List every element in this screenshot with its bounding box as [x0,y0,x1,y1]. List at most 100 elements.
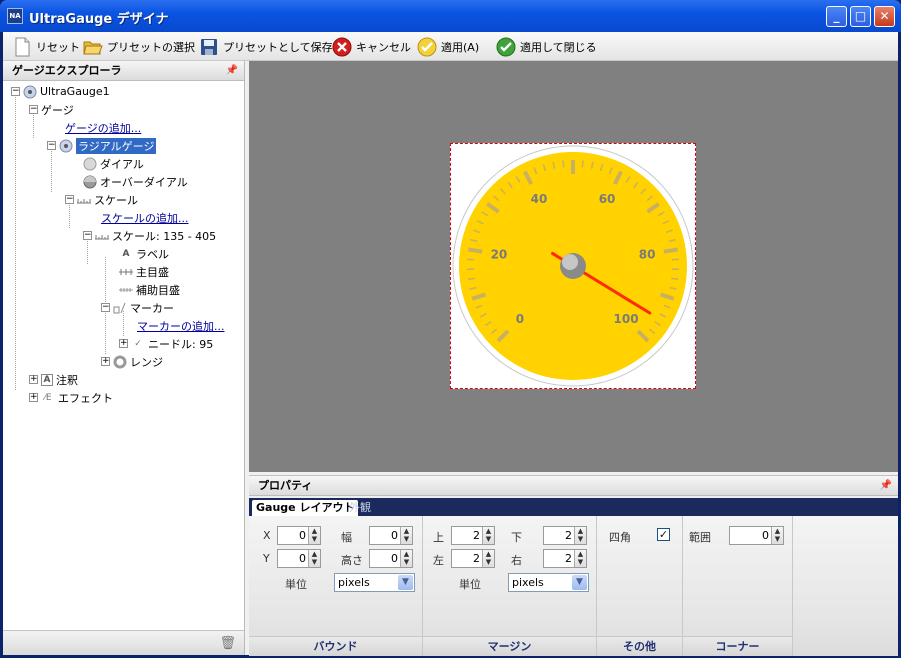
tab-appearance[interactable]: 外観 [345,500,375,516]
gauge-preview[interactable]: 0 20 40 60 80 100 [450,143,696,389]
cancel-icon [332,37,352,56]
scale-label-0: 0 [516,312,524,326]
margin-right-label: 右 [511,554,522,567]
add-marker-link[interactable]: マーカーの追加... [137,318,225,334]
window-title: UltraGauge デザイナ [29,12,169,27]
tree-item-radial-gauge[interactable]: − ラジアルゲージ [47,137,157,154]
properties-tabs: Gauge レイアウト 外観 [249,498,898,516]
radial-gauge-icon [59,139,73,153]
add-scale-link[interactable]: スケールの追加... [101,210,189,226]
tree-item-dial[interactable]: ダイアル [83,155,144,172]
tree-item-annotations[interactable]: + A 注釈 [29,371,78,388]
overdial-icon [83,175,97,189]
tree-label: 補助目盛 [136,283,180,297]
title-bar[interactable]: NA UltraGauge デザイナ _ □ ✕ [0,0,901,32]
text-a-icon: A [122,248,130,259]
cancel-button[interactable]: キャンセル [329,35,414,58]
pin-icon[interactable]: 📌 [880,476,892,495]
scale-label-60: 60 [599,192,616,206]
apply-button[interactable]: 適用(A) [414,35,482,58]
scale-label-20: 20 [491,247,508,261]
corner-range-spinner[interactable]: 0 ▲ ▼ [729,526,784,545]
margin-group-title: マージン [423,636,596,656]
tree-item-label[interactable]: A ラベル [119,245,169,262]
collapse-toggle[interactable]: − [11,87,20,96]
tree-item-overdial[interactable]: オーバーダイアル [83,173,188,190]
delete-icon[interactable]: 🗑 [219,636,236,651]
tree-item-major-ticks[interactable]: 主目盛 [119,263,169,280]
x-spinner[interactable]: 0 ▲ ▼ [277,526,321,545]
expand-toggle[interactable]: + [119,339,128,348]
designer-window: NA UltraGauge デザイナ _ □ ✕ リセット プリセットの選択 プ… [0,0,901,658]
tree-item-add-gauge[interactable]: ゲージの追加... [65,119,141,136]
collapse-toggle[interactable]: − [29,105,38,114]
ultragauge-icon [23,85,37,99]
margin-left-spinner[interactable]: 2 ▲ ▼ [451,549,495,568]
properties-pane: プロパティ 📌 Gauge レイアウト 外観 X 0 ▲ ▼ 幅 0 ▲ ▼ Y 0 ▲ ▼… [249,475,898,656]
gauge-preview-canvas: 0 20 40 60 80 100 [249,61,898,472]
expand-toggle[interactable]: + [101,357,110,366]
tree-item-add-marker[interactable]: マーカーの追加... [137,317,225,334]
save-preset-button[interactable]: プリセットとして保存 [196,35,336,58]
height-spinner[interactable]: 0 ▲ ▼ [369,549,413,568]
bounds-group-title: バウンド [249,636,422,656]
tree-label-selected: ラジアルゲージ [76,137,157,154]
close-button[interactable]: ✕ [874,6,895,27]
toolbar: リセット プリセットの選択 プリセットとして保存 キャンセル 適用(A) 適用し… [3,32,898,61]
pin-icon[interactable]: 📌 [226,61,238,80]
margin-bottom-spinner[interactable]: 2 ▲ ▼ [543,526,587,545]
tree-item-gauges[interactable]: − ゲージ [29,101,74,118]
tab-gauge-layout[interactable]: Gauge レイアウト [252,500,359,516]
tree-label: UltraGauge1 [40,85,110,98]
y-label: Y [263,552,270,565]
minor-tick [562,160,565,168]
width-spinner[interactable]: 0 ▲ ▼ [369,526,413,545]
tree-item-root[interactable]: − UltraGauge1 [11,83,110,100]
collapse-toggle[interactable]: − [65,195,74,204]
bounds-unit-label: 単位 [285,578,307,591]
tree-item-minor-ticks[interactable]: 補助目盛 [119,281,180,298]
bounds-unit-select[interactable]: pixels ▼ [334,573,415,592]
properties-ribbon: X 0 ▲ ▼ 幅 0 ▲ ▼ Y 0 ▲ ▼ 高さ 0 ▲ ▼ 単位 pixels ▼ バウンド… [249,516,898,656]
minimize-button[interactable]: _ [826,6,847,27]
collapse-toggle[interactable]: − [47,141,56,150]
margin-unit-select[interactable]: pixels ▼ [508,573,589,592]
tree-label: ゲージ [41,103,74,117]
tree-label: エフェクト [58,391,113,405]
gauge-explorer-pane: ゲージエクスプローラ 📌 − UltraGauge1 − ゲージ ゲージの追加...… [3,61,245,655]
corner-group-title: コーナー [683,636,792,656]
apply-close-button[interactable]: 適用して閉じる [493,35,600,58]
maximize-button[interactable]: □ [850,6,871,27]
tree-item-scale-1[interactable]: − スケール: 135 - 405 [83,227,216,244]
margin-bottom-label: 下 [511,531,522,544]
marker-icon [113,301,127,315]
tree-item-needle[interactable]: + ✓ ニードル: 95 [119,335,213,352]
collapse-toggle[interactable]: − [101,303,110,312]
y-spinner[interactable]: 0 ▲ ▼ [277,549,321,568]
window-client: リセット プリセットの選択 プリセットとして保存 キャンセル 適用(A) 適用し… [3,32,898,656]
expand-toggle[interactable]: + [29,375,38,384]
tree-item-markers[interactable]: − マーカー [101,299,174,316]
square-label: 四角 [609,531,631,544]
height-label: 高さ [341,554,363,567]
x-label: X [263,529,271,542]
other-group-title: その他 [597,636,682,656]
expand-toggle[interactable]: + [29,393,38,402]
tree-item-scales[interactable]: − スケール [65,191,138,208]
select-preset-button[interactable]: プリセットの選択 [80,35,198,58]
margin-right-spinner[interactable]: 2 ▲ ▼ [543,549,587,568]
minor-tick [671,277,679,281]
margin-top-spinner[interactable]: 2 ▲ ▼ [451,526,495,545]
app-icon: NA [7,8,23,24]
square-checkbox[interactable]: ✓ [657,528,670,541]
add-gauge-link[interactable]: ゲージの追加... [65,120,141,136]
tree-label: スケール: 135 - 405 [112,229,217,243]
reset-button[interactable]: リセット [9,35,83,58]
blank-page-icon [15,37,30,56]
tree-item-effects[interactable]: + ⁄E エフェクト [29,389,113,406]
tree-item-add-scale[interactable]: スケールの追加... [101,209,189,226]
tree-item-range[interactable]: + レンジ [101,353,163,370]
floppy-disk-icon [201,38,217,55]
collapse-toggle[interactable]: − [83,231,92,240]
apply-close-check-icon [496,37,516,56]
